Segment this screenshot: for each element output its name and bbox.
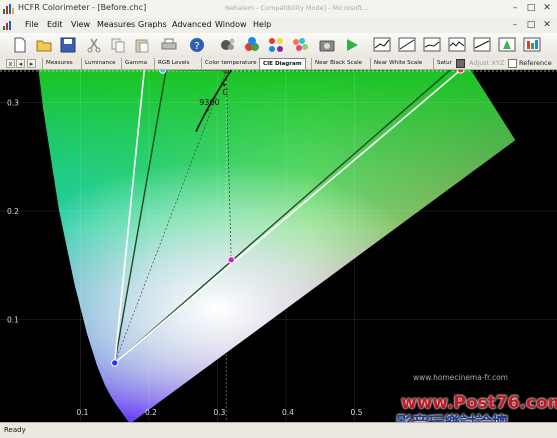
x-tick-label: 0.1 [77, 408, 89, 417]
menu-bar: File Edit View Measures Graphs Advanced … [0, 18, 557, 33]
camera-icon[interactable] [318, 36, 336, 54]
magenta-secondary-point [227, 256, 235, 264]
child-maximize-button[interactable]: □ [525, 19, 537, 31]
view-5-icon[interactable] [473, 36, 491, 54]
tab-rgb-levels[interactable]: RGB Levels [154, 58, 194, 69]
cie-chart: 0.10.20.30.40.50.10.20.30.40.50.60.70.82… [0, 70, 557, 422]
locus-white-layer [14, 70, 516, 422]
tab-saturation[interactable]: Satur [433, 58, 455, 69]
status-text: Ready [4, 426, 26, 434]
adjust-xyz-checkbox[interactable] [456, 59, 465, 68]
cie-diagram: 0.10.20.30.40.50.10.20.30.40.50.60.70.82… [0, 70, 557, 422]
adjust-xyz-label: Adjust XYZ [469, 59, 505, 67]
x-tick-label: 0.2 [145, 408, 157, 417]
app-icon [3, 4, 14, 14]
reference-checkbox[interactable] [508, 59, 517, 68]
child-close-button[interactable]: ✕ [541, 19, 553, 31]
title-bar: HCFR Colorimeter - [Before.chc] Nehalem … [0, 0, 557, 19]
background-window-titles: Nehalem - Compatibility Mode] - Microsof… [225, 4, 369, 12]
menu-window[interactable]: Window [215, 20, 247, 29]
tab-close-button[interactable]: x [6, 59, 15, 68]
red-primary-point [456, 70, 465, 74]
close-button[interactable]: ✕ [541, 2, 553, 14]
blue-primary-point [111, 359, 119, 367]
tab-near-black-scale[interactable]: Near Black Scale [311, 58, 363, 69]
white-point-marker [223, 70, 229, 74]
color-grid-icon[interactable] [267, 36, 285, 54]
spectral-locus-fill [14, 70, 516, 422]
tab-gamma[interactable]: Gamma [121, 58, 150, 69]
watermark-url: www.homecinema-fr.com [413, 373, 508, 382]
rgb-balls-icon[interactable] [243, 36, 261, 54]
view-3-icon[interactable] [423, 36, 441, 54]
menu-view[interactable]: View [71, 20, 90, 29]
x-tick-label: 0.3 [214, 408, 226, 417]
menu-file[interactable]: File [25, 20, 38, 29]
menu-help[interactable]: Help [253, 20, 271, 29]
svg-text:?: ? [194, 41, 199, 52]
tab-color-temperature[interactable]: Color temperature [201, 58, 257, 69]
y-tick-label: 0.1 [7, 316, 19, 325]
menu-measures[interactable]: Measures [97, 20, 135, 29]
minimize-button[interactable]: – [509, 2, 521, 14]
status-bar: Ready [0, 422, 557, 438]
tab-near-white-scale[interactable]: Near White Scale [370, 58, 425, 69]
cut-icon[interactable] [85, 36, 103, 54]
y-tick-label: 0.3 [7, 99, 19, 108]
document-icon [3, 21, 11, 30]
illuminant-point [223, 83, 226, 87]
copy-icon[interactable] [109, 36, 127, 54]
menu-edit[interactable]: Edit [47, 20, 63, 29]
paste-icon[interactable] [133, 36, 151, 54]
sensor-icon[interactable] [219, 36, 237, 54]
play-icon[interactable] [343, 36, 361, 54]
cyan-secondary-point [159, 70, 167, 74]
open-folder-icon[interactable] [35, 36, 53, 54]
view-2-icon[interactable] [398, 36, 416, 54]
view-4-icon[interactable] [448, 36, 466, 54]
tab-cie-diagram[interactable]: CIE Diagram [259, 58, 306, 69]
save-icon[interactable] [59, 36, 77, 54]
y-tick-label: 0.2 [7, 207, 19, 216]
new-document-icon[interactable] [11, 36, 29, 54]
toolbar: ? [0, 33, 557, 59]
tab-measures[interactable]: Measures [42, 58, 77, 69]
x-tick-label: 0.5 [351, 408, 363, 417]
view-6-icon[interactable] [498, 36, 516, 54]
blackbody-label: 9300 [199, 98, 219, 107]
help-icon[interactable]: ? [188, 36, 206, 54]
tab-scroll-left-button[interactable]: ◂ [16, 59, 25, 68]
menu-advanced[interactable]: Advanced [172, 20, 212, 29]
color-balls-icon[interactable] [291, 36, 309, 54]
illuminant-label: C [222, 88, 228, 97]
tab-luminance[interactable]: Luminance [81, 58, 118, 69]
reference-label: Reference [519, 59, 552, 67]
maximize-button[interactable]: □ [525, 2, 537, 14]
view-1-icon[interactable] [373, 36, 391, 54]
print-icon[interactable] [160, 36, 178, 54]
view-tabs: x ◂ ▸ Measures Luminance Gamma RGB Level… [0, 58, 557, 70]
menu-graphs[interactable]: Graphs [138, 20, 167, 29]
child-minimize-button[interactable]: – [509, 19, 521, 31]
view-7-icon[interactable] [523, 36, 541, 54]
tab-scroll-right-button[interactable]: ▸ [27, 59, 36, 68]
blackbody-point [205, 108, 209, 112]
x-tick-label: 0.4 [282, 408, 294, 417]
window-title: HCFR Colorimeter - [Before.chc] [18, 3, 147, 12]
